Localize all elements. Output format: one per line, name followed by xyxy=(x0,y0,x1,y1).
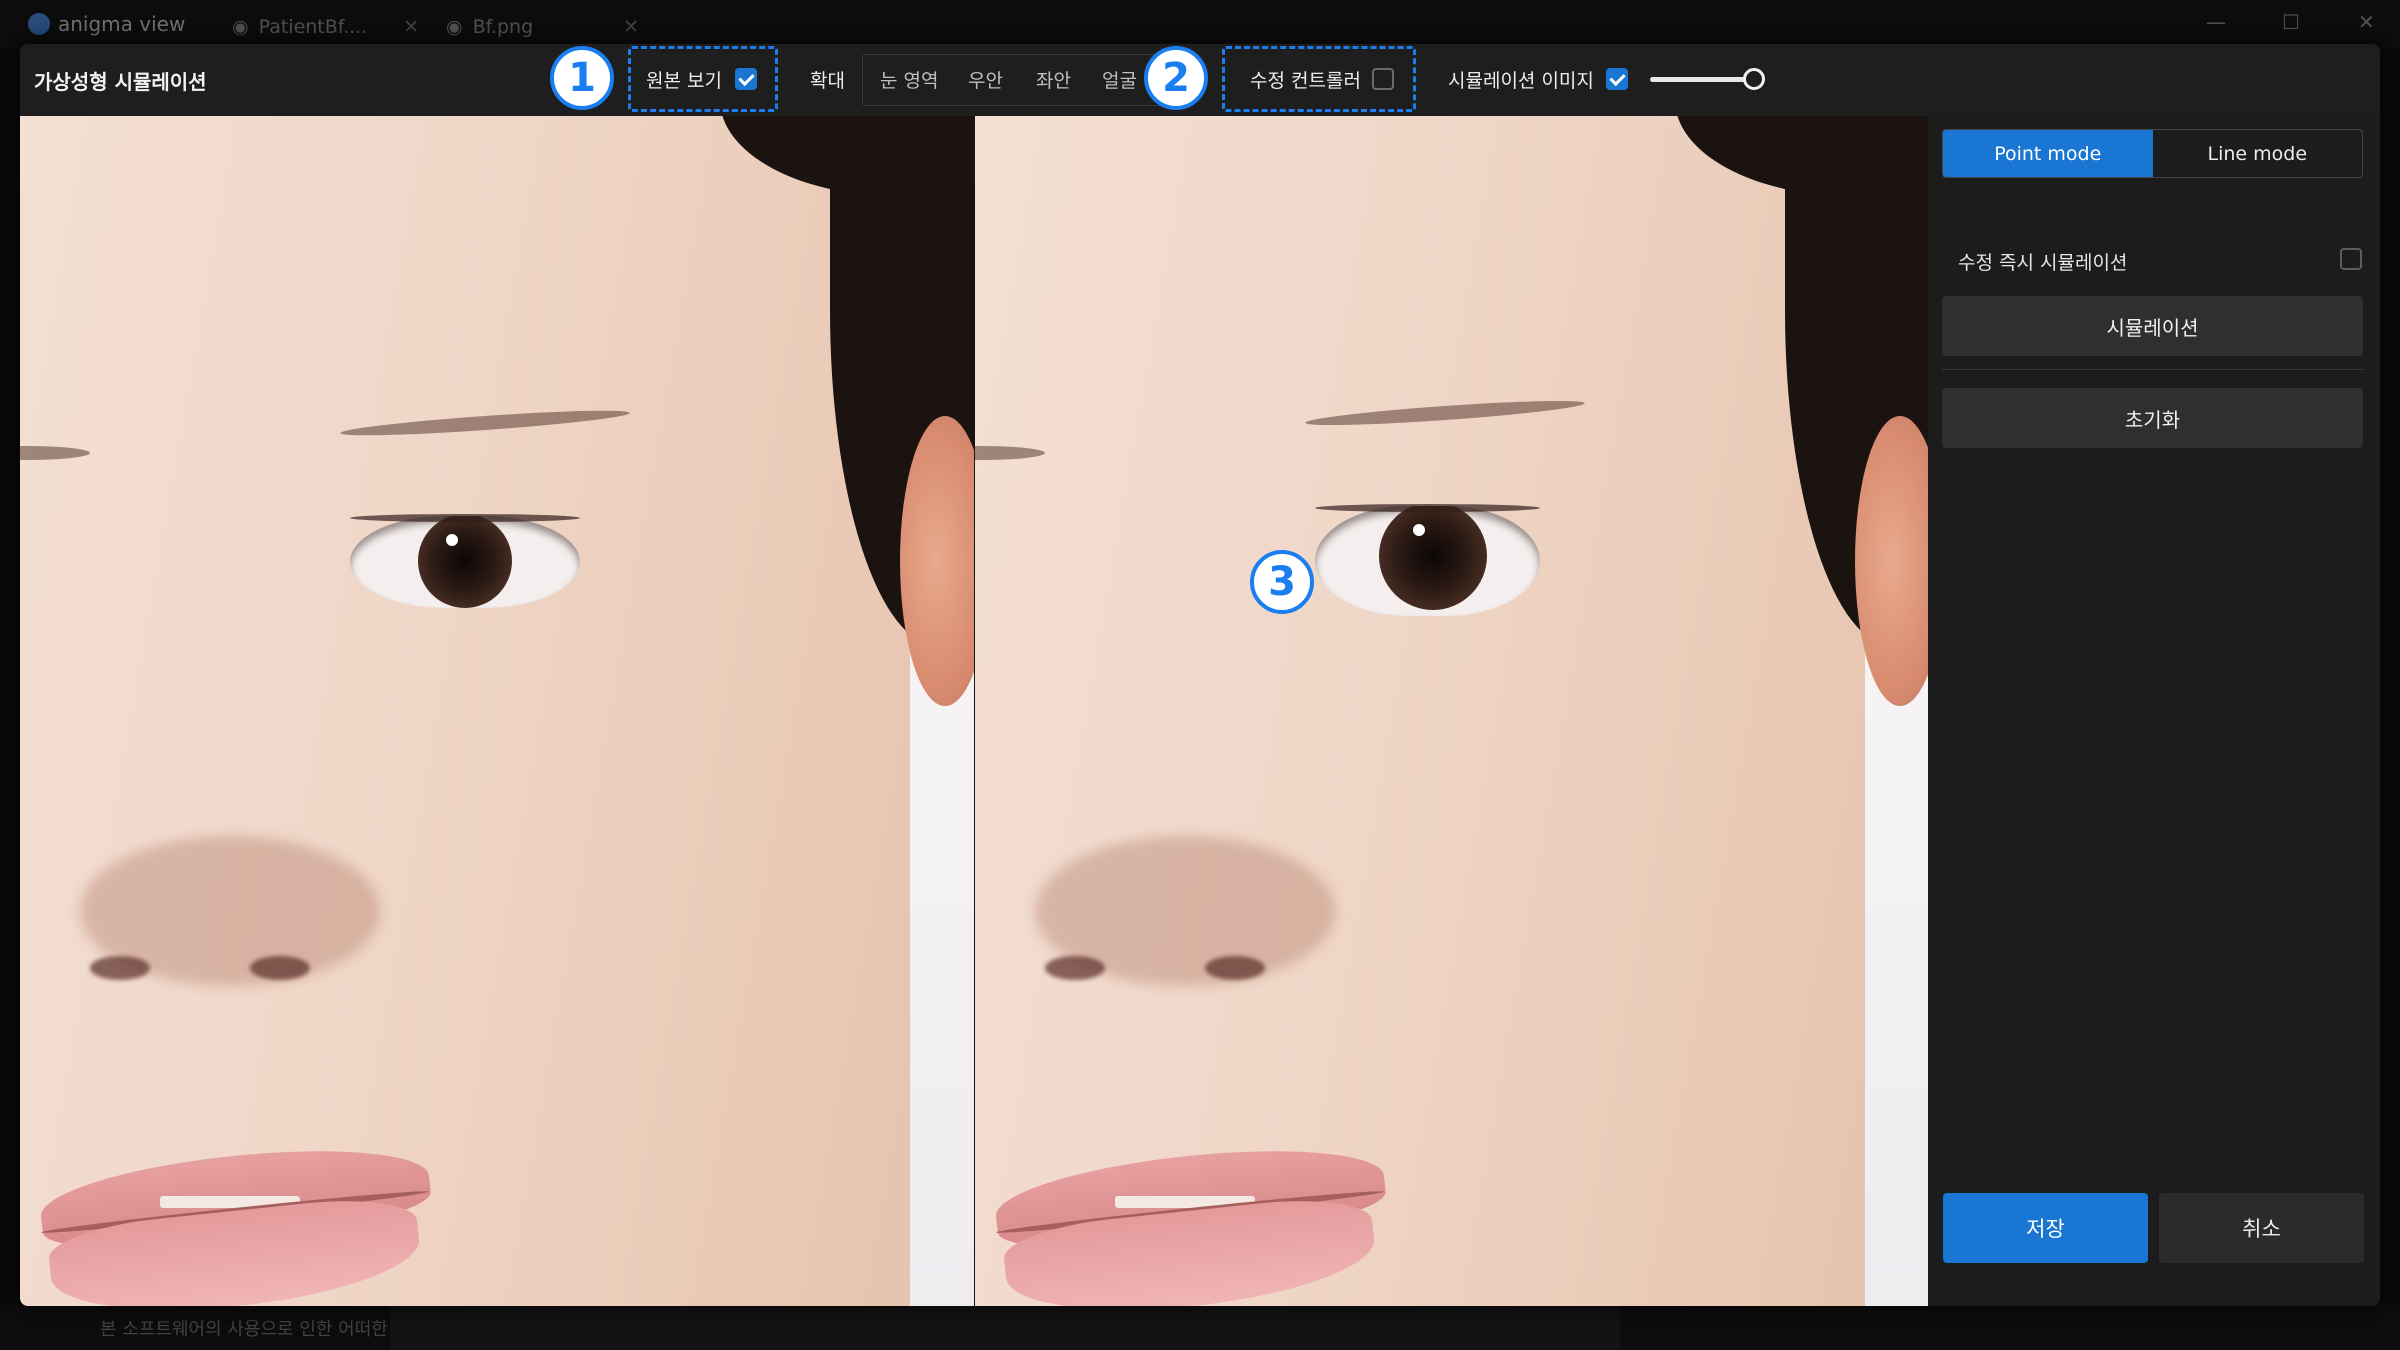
minimize-icon[interactable]: — xyxy=(2206,10,2226,34)
nostril xyxy=(250,956,310,980)
nostril xyxy=(1045,956,1105,980)
callout-badge-1: 1 xyxy=(550,46,614,110)
virtual-surgery-dialog: 가상성형 시뮬레이션 원본 보기 확대 눈 영역 우안 좌안 얼굴 전 수정 컨… xyxy=(20,44,2380,1306)
instant-sim-label: 수정 즉시 시뮬레이션 xyxy=(1958,252,2128,274)
nostril xyxy=(90,956,150,980)
panel-divider xyxy=(1942,369,2363,370)
zoom-option-right-eye[interactable]: 우안 xyxy=(968,66,1003,93)
tab-patient[interactable]: ◉ PatientBf.... ✕ xyxy=(218,10,433,44)
logo-icon xyxy=(28,13,50,35)
background-strip xyxy=(390,1305,1620,1350)
dialog-title: 가상성형 시뮬레이션 xyxy=(34,70,207,94)
hair-top xyxy=(1675,116,1895,196)
sim-image-label: 시뮬레이션 이미지 xyxy=(1448,70,1594,92)
app-name: anigma view xyxy=(58,12,186,36)
eye-icon: ◉ xyxy=(232,16,249,38)
side-panel: Point mode Line mode 수정 즉시 시뮬레이션 시뮬레이션 초… xyxy=(1928,116,2380,1306)
callout-badge-3: 3 xyxy=(1250,550,1314,614)
disclaimer-text: 본 소프트웨어의 사용으로 인한 어떠한 xyxy=(100,1319,388,1340)
nostril xyxy=(1205,956,1265,980)
mode-toggle: Point mode Line mode xyxy=(1942,129,2363,178)
show-original-label: 원본 보기 xyxy=(646,70,722,92)
tab-label: PatientBf.... xyxy=(258,16,368,38)
maximize-icon[interactable]: ☐ xyxy=(2282,10,2300,34)
reset-button[interactable]: 초기화 xyxy=(1942,388,2363,448)
save-button[interactable]: 저장 xyxy=(1943,1193,2148,1263)
callout-badge-2: 2 xyxy=(1144,46,1208,110)
eyebrow-left xyxy=(975,446,1045,460)
app-logo: anigma view xyxy=(28,12,185,36)
edit-controller-label: 수정 컨트롤러 xyxy=(1250,70,1361,92)
eyelid xyxy=(350,514,580,522)
background-footer: 본 소프트웨어의 사용으로 인한 어떠한 xyxy=(0,1305,2400,1350)
eyelid xyxy=(1315,504,1540,512)
eyebrow-left xyxy=(20,446,90,460)
instant-sim-checkbox[interactable] xyxy=(2340,248,2362,270)
dialog-toolbar: 가상성형 시뮬레이션 원본 보기 확대 눈 영역 우안 좌안 얼굴 전 수정 컨… xyxy=(20,44,2380,116)
tab-bf[interactable]: ◉ Bf.png ✕ xyxy=(432,10,653,44)
eyebrow-right xyxy=(1304,396,1586,430)
eyebrow-right xyxy=(339,405,631,441)
hair-top xyxy=(720,116,940,196)
close-icon[interactable]: ✕ xyxy=(623,16,639,38)
zoom-option-eye-area[interactable]: 눈 영역 xyxy=(880,66,938,93)
point-mode-button[interactable]: Point mode xyxy=(1943,130,2153,177)
close-icon[interactable]: ✕ xyxy=(403,16,419,38)
background-titlebar: anigma view ◉ PatientBf.... ✕ ◉ Bf.png ✕… xyxy=(0,0,2400,48)
zoom-option-left-eye[interactable]: 좌안 xyxy=(1036,66,1071,93)
close-window-icon[interactable]: ✕ xyxy=(2358,10,2375,34)
line-mode-button[interactable]: Line mode xyxy=(2153,130,2363,177)
eye-right-enlarged xyxy=(1315,506,1540,616)
sim-image-checkbox[interactable] xyxy=(1606,68,1628,90)
zoom-label: 확대 xyxy=(810,70,845,92)
opacity-slider-track[interactable] xyxy=(1650,77,1754,82)
opacity-slider-thumb[interactable] xyxy=(1743,68,1765,90)
simulated-photo[interactable]: 3 xyxy=(975,116,1929,1306)
edit-controller-checkbox[interactable] xyxy=(1372,68,1394,90)
show-original-checkbox[interactable] xyxy=(735,68,757,90)
eye-icon: ◉ xyxy=(446,16,463,38)
original-photo[interactable] xyxy=(20,116,974,1306)
simulate-button[interactable]: 시뮬레이션 xyxy=(1942,296,2363,356)
tab-label: Bf.png xyxy=(472,16,534,38)
eye-right xyxy=(350,516,580,608)
cancel-button[interactable]: 취소 xyxy=(2159,1193,2364,1263)
